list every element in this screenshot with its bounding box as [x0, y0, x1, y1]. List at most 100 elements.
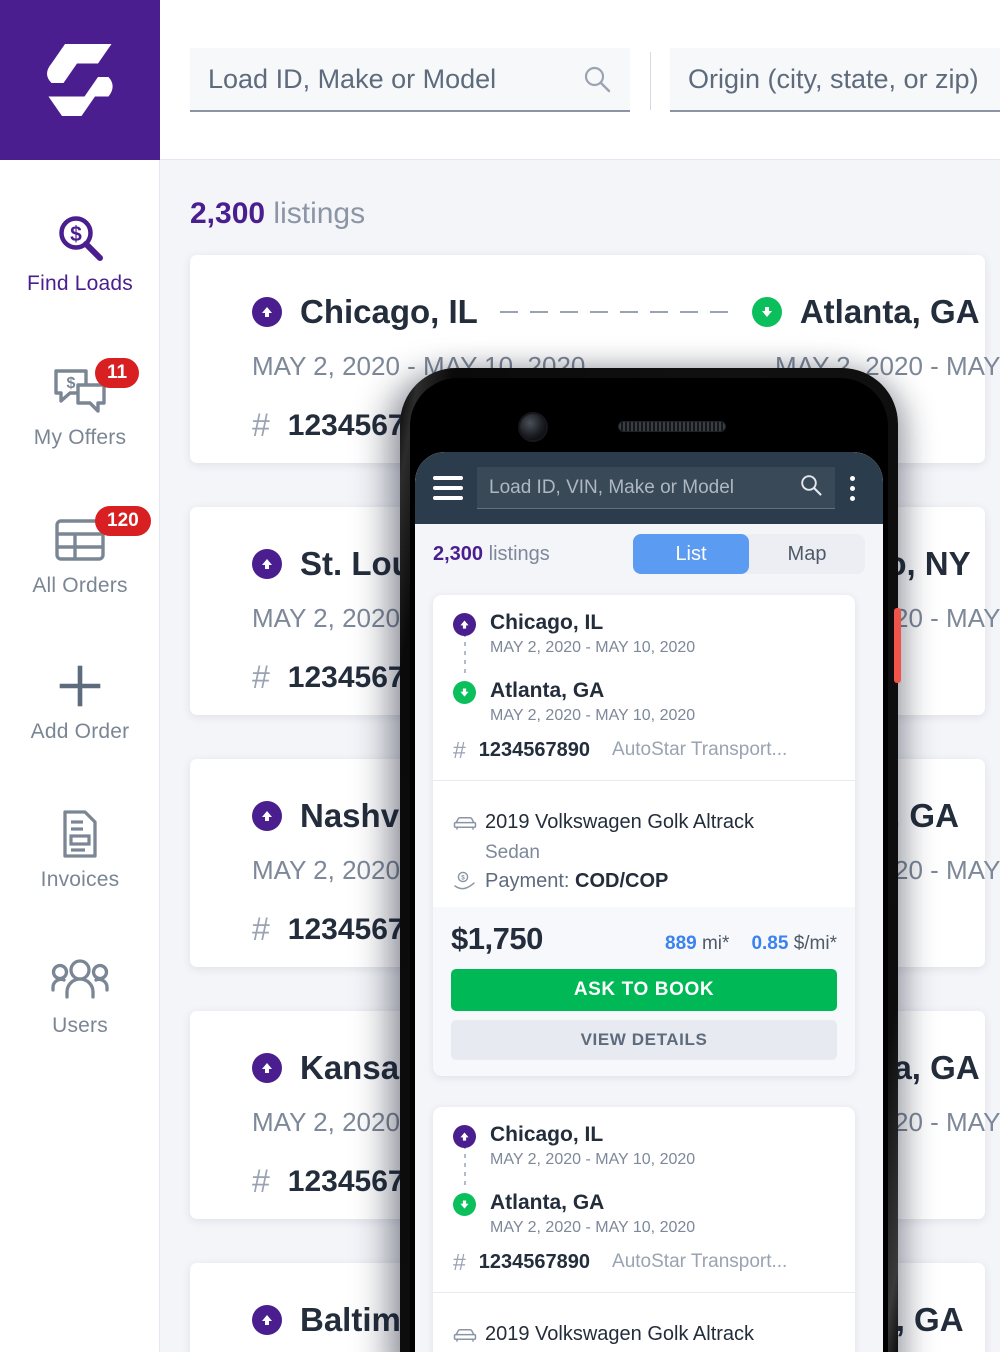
- mobile-broker-name: AutoStar Transport...: [612, 739, 788, 761]
- mobile-route-section: Chicago, IL MAY 2, 2020 - MAY 10, 2020 A…: [433, 595, 855, 795]
- mobile-listings-count: 2,300 listings: [433, 543, 550, 566]
- listings-count: 2,300 listings: [190, 197, 365, 231]
- sidebar: $ Find Loads 11 $ My Offers 120 All Orde…: [0, 0, 160, 1352]
- origin-pin-icon: [453, 1125, 476, 1148]
- mobile-load-id: 1234567890: [478, 1250, 591, 1273]
- search-icon[interactable]: [799, 473, 823, 502]
- origin-pin-icon: [252, 549, 282, 579]
- hash-icon: #: [252, 1163, 270, 1199]
- sidebar-item-label: My Offers: [33, 426, 127, 449]
- car-icon: [453, 1326, 479, 1343]
- plus-icon: [56, 658, 104, 714]
- hash-icon: #: [252, 659, 270, 695]
- search-dollar-icon: $: [53, 210, 107, 266]
- search-load-placeholder: Load ID, Make or Model: [208, 63, 497, 94]
- svg-text:$: $: [67, 375, 76, 392]
- sidebar-item-label: Find Loads: [27, 272, 133, 295]
- phone-screen: Load ID, VIN, Make or Model 2,300 listin…: [415, 452, 883, 1352]
- mobile-origin-dates: MAY 2, 2020 - MAY 10, 2020: [490, 1150, 696, 1168]
- listings-count-suffix: listings: [265, 197, 366, 230]
- mobile-destination-dates: MAY 2, 2020 - MAY 10, 2020: [490, 1218, 696, 1236]
- payment-hand-icon: $: [453, 871, 479, 891]
- mobile-load-id-row: # 1234567890 AutoStar Transport...: [433, 725, 855, 766]
- tab-map-view[interactable]: Map: [749, 534, 865, 574]
- sidebar-item-label: All Orders: [32, 574, 128, 597]
- top-search-bar: Load ID, Make or Model Origin (city, sta…: [160, 0, 1000, 160]
- origin-pin-icon: [453, 613, 476, 636]
- sidebar-item-label: Add Order: [30, 720, 130, 743]
- view-details-button[interactable]: VIEW DETAILS: [451, 1019, 837, 1060]
- mobile-vehicle-type: Sedan: [485, 841, 540, 863]
- mobile-search-placeholder: Load ID, VIN, Make or Model: [489, 476, 734, 498]
- origin-pin-icon: [252, 1305, 282, 1335]
- mobile-subheader: 2,300 listings List Map: [415, 524, 883, 584]
- super-dispatch-s-logo-icon: [47, 44, 113, 116]
- mobile-miles-unit: mi*: [696, 932, 730, 954]
- sidebar-item-users[interactable]: Users: [0, 952, 160, 1038]
- mobile-origin-dates: MAY 2, 2020 - MAY 10, 2020: [490, 638, 696, 656]
- mobile-rate-unit: $/mi*: [788, 932, 837, 954]
- mobile-destination-city: Atlanta, GA: [490, 678, 605, 702]
- mobile-vehicle-name: 2019 Volkswagen Golk Altrack: [485, 1322, 755, 1345]
- badge-all-orders: 120: [95, 506, 151, 536]
- mobile-origin-city: Chicago, IL: [490, 1123, 604, 1146]
- destination-city: Atlanta, GA: [799, 293, 980, 330]
- hash-icon: #: [252, 911, 270, 947]
- sidebar-item-add-order[interactable]: Add Order: [0, 658, 160, 744]
- mobile-price: $1,750: [451, 920, 543, 956]
- phone-mockup: Load ID, VIN, Make or Model 2,300 listin…: [400, 368, 901, 1352]
- mobile-miles-value: 889: [665, 932, 697, 954]
- mobile-vehicle-name: 2019 Volkswagen Golk Altrack: [485, 810, 755, 833]
- mobile-card-footer: $1,750 889 mi* 0.85 $/mi* ASK TO BOOK VI…: [433, 906, 855, 1076]
- mobile-rate-value: 0.85: [751, 932, 789, 954]
- mobile-destination-leg: Atlanta, GA MAY 2, 2020 - MAY 10, 2020: [433, 679, 855, 725]
- badge-my-offers: 11: [95, 358, 140, 388]
- mobile-payment-label: Payment:: [485, 869, 576, 892]
- mobile-origin-city: Chicago, IL: [490, 611, 604, 634]
- sidebar-item-my-offers[interactable]: 11 $ My Offers: [0, 358, 160, 450]
- origin-pin-icon: [252, 297, 282, 327]
- front-camera-icon: [520, 414, 546, 440]
- mobile-broker-name: AutoStar Transport...: [612, 1251, 788, 1273]
- mobile-destination-city: Atlanta, GA: [490, 1190, 605, 1214]
- svg-text:$: $: [461, 875, 465, 882]
- mobile-listing-card[interactable]: Chicago, IL MAY 2, 2020 - MAY 10, 2020 A…: [433, 595, 855, 1076]
- hamburger-icon[interactable]: [433, 476, 463, 500]
- power-button[interactable]: [894, 608, 901, 683]
- mobile-vehicle-section: 2019 Volkswagen Golk Altrack: [433, 1307, 855, 1352]
- search-input-origin[interactable]: Origin (city, state, or zip): [670, 48, 1000, 112]
- mobile-app-bar: Load ID, VIN, Make or Model: [415, 452, 883, 524]
- mobile-destination-leg: Atlanta, GA MAY 2, 2020 - MAY 10, 2020: [433, 1191, 855, 1237]
- mobile-search-input[interactable]: Load ID, VIN, Make or Model: [477, 467, 835, 509]
- route-dashed-line: [499, 311, 730, 313]
- mobile-rate: 0.85 $/mi*: [751, 933, 837, 955]
- mobile-miles: 889 mi*: [665, 933, 729, 955]
- search-input-load[interactable]: Load ID, Make or Model: [190, 48, 630, 112]
- mobile-destination-dates: MAY 2, 2020 - MAY 10, 2020: [490, 706, 696, 724]
- sidebar-item-invoices[interactable]: Invoices: [0, 806, 160, 892]
- search-origin-placeholder: Origin (city, state, or zip): [688, 63, 979, 94]
- destination-pin-icon: [453, 680, 476, 704]
- mobile-load-id-row: # 1234567890 AutoStar Transport...: [433, 1237, 855, 1278]
- ask-to-book-button[interactable]: ASK TO BOOK: [451, 968, 837, 1011]
- tab-list-view[interactable]: List: [633, 534, 749, 574]
- car-icon: [453, 814, 479, 831]
- sidebar-item-all-orders[interactable]: 120 All Orders: [0, 506, 160, 598]
- mobile-listings-count-suffix: listings: [483, 542, 550, 565]
- earpiece-speaker-icon: [618, 421, 726, 432]
- mobile-payment-value: COD/COP: [575, 869, 669, 892]
- mobile-listings-count-number: 2,300: [433, 542, 484, 565]
- sidebar-item-label: Invoices: [40, 868, 120, 891]
- view-mode-toggle[interactable]: List Map: [633, 534, 865, 574]
- hash-icon: #: [252, 407, 270, 443]
- origin-city: Chicago, IL: [300, 293, 478, 330]
- document-icon: [58, 806, 102, 862]
- search-icon[interactable]: [582, 64, 630, 94]
- kebab-menu-icon[interactable]: [835, 475, 869, 501]
- search-divider: [650, 52, 651, 110]
- mobile-listing-card[interactable]: Chicago, IL MAY 2, 2020 - MAY 10, 2020 A…: [433, 1107, 855, 1352]
- app-logo[interactable]: [0, 0, 160, 160]
- listings-count-number: 2,300: [190, 197, 266, 230]
- destination-pin-icon: [751, 297, 782, 327]
- sidebar-item-find-loads[interactable]: $ Find Loads: [0, 210, 160, 296]
